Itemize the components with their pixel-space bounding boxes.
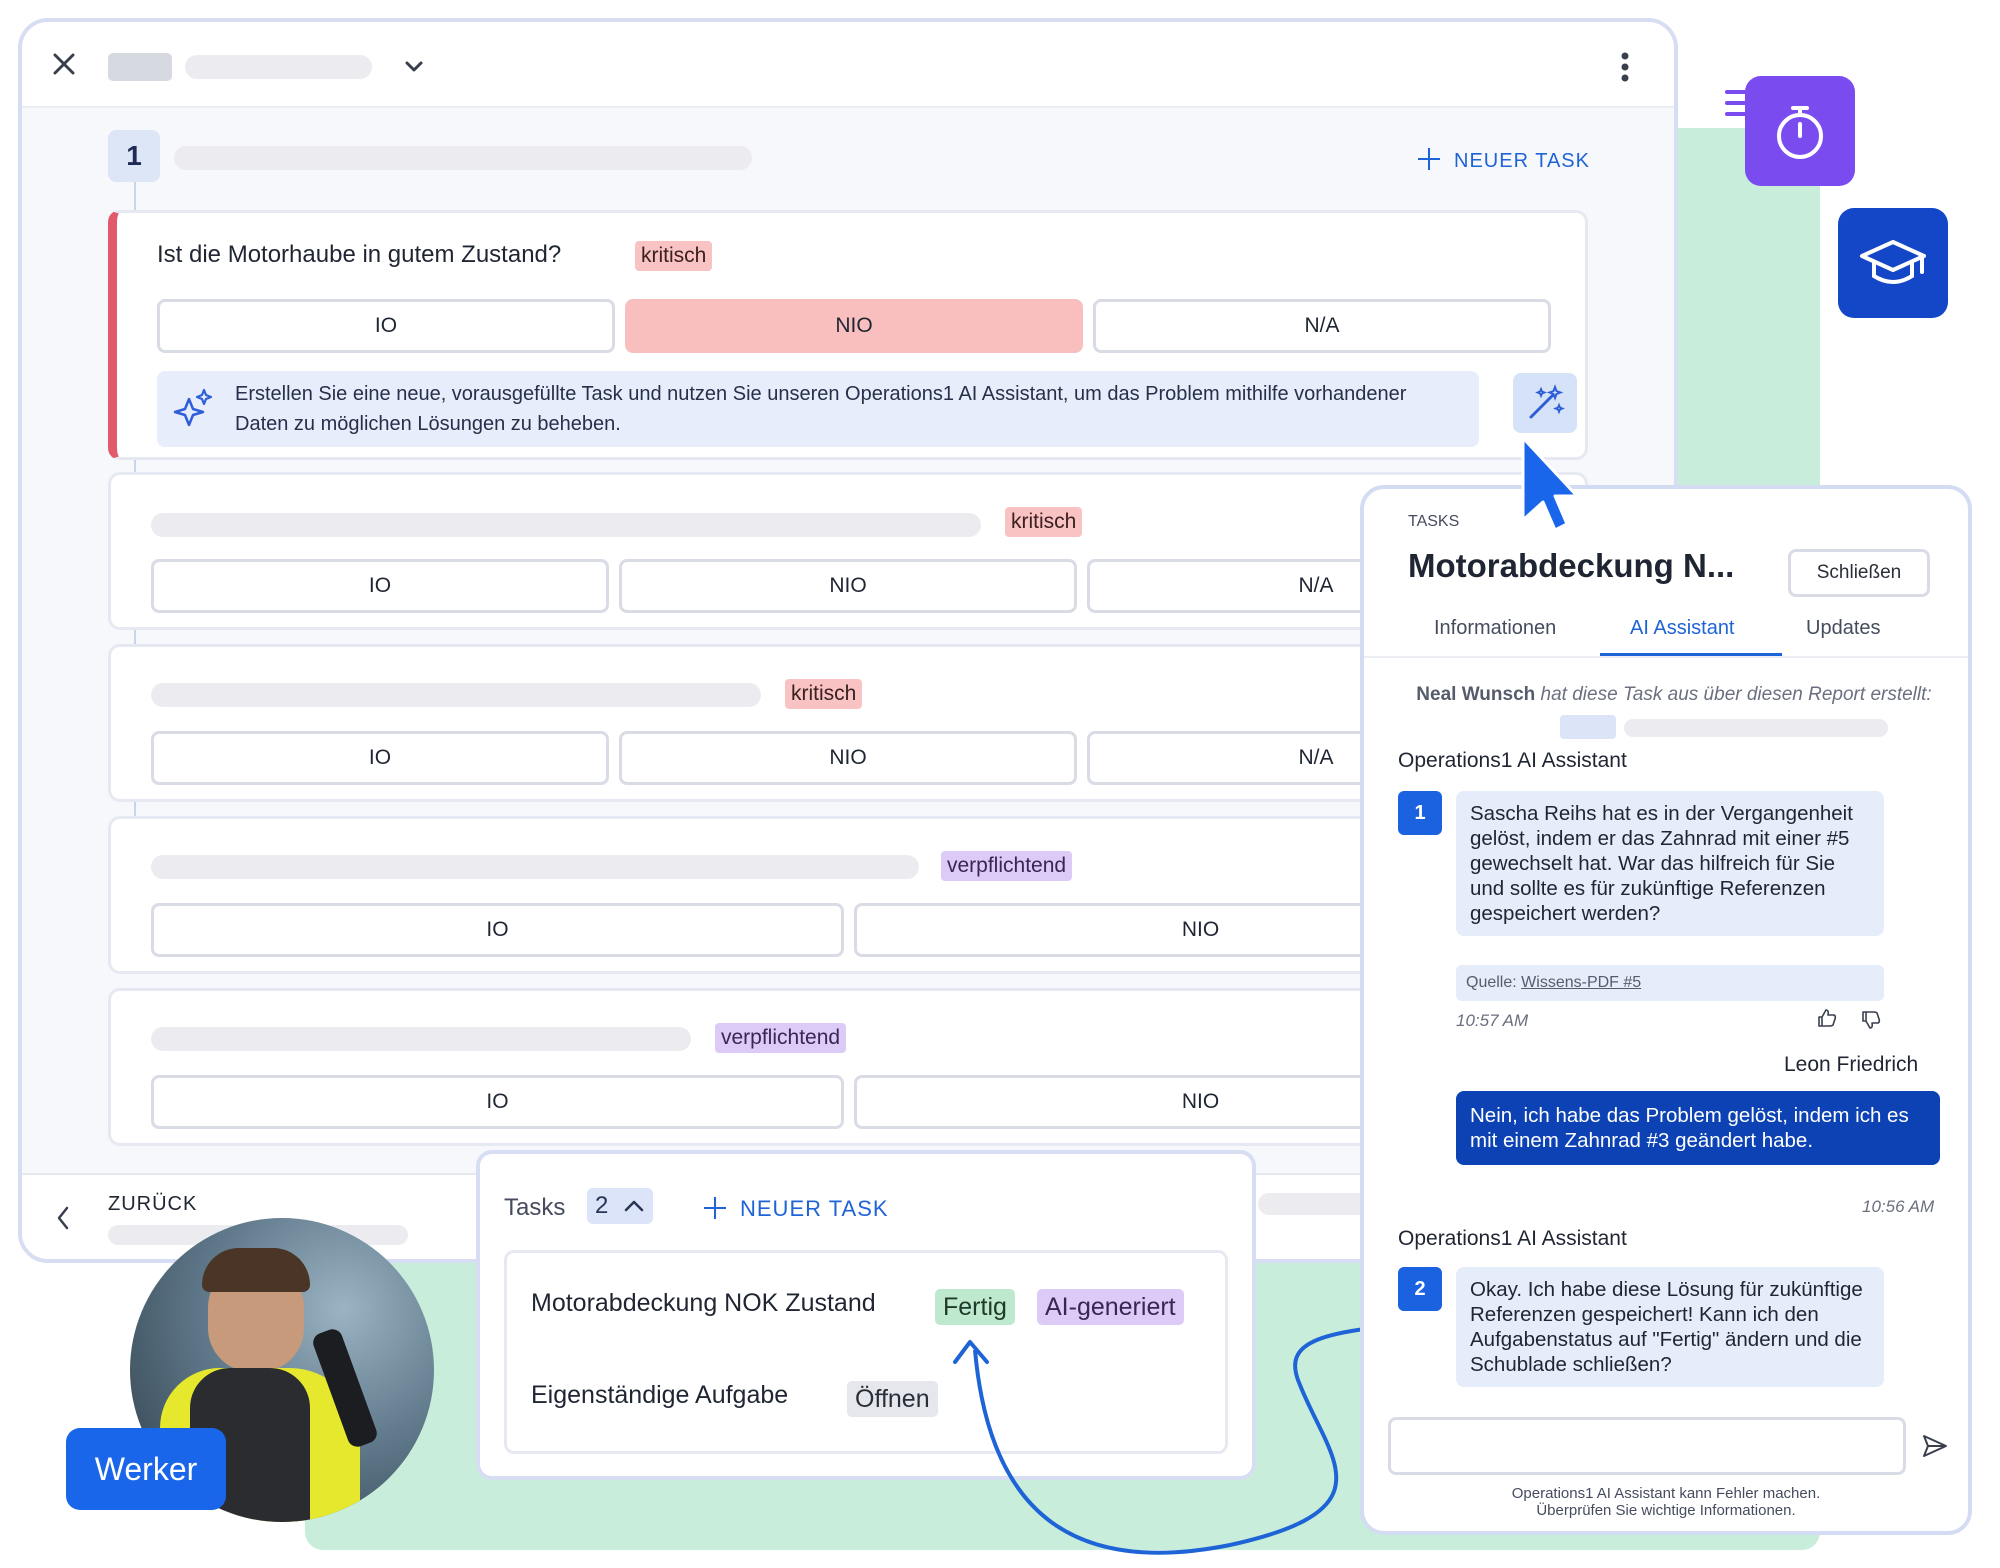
sender-user: Leon Friedrich [1784,1053,1919,1076]
panel-eyebrow: TASKS [1408,513,1460,530]
source-label: Quelle: [1466,974,1517,991]
tabs-divider [1364,656,1968,658]
message-number-1: 1 [1398,791,1442,835]
message-time-1: 10:57 AM [1456,1011,1529,1030]
thumbs-up-icon[interactable] [1816,1007,1838,1029]
thumbs-down-icon[interactable] [1860,1009,1882,1031]
ai-message-1: Sascha Reihs hat es in der Vergangenheit… [1456,791,1884,936]
source-reference[interactable]: Quelle: Wissens-PDF #5 [1456,965,1884,1001]
tab-updates[interactable]: Updates [1806,617,1881,640]
send-icon[interactable] [1920,1431,1950,1461]
report-name-placeholder [1624,719,1888,737]
sender-ai-1: Operations1 AI Assistant [1398,749,1627,772]
tab-informationen[interactable]: Informationen [1434,617,1556,640]
creator-name: Neal Wunsch [1416,684,1536,705]
chat-input[interactable] [1388,1417,1906,1475]
user-message: Nein, ich habe das Problem gelöst, indem… [1456,1091,1940,1165]
panel-close-button[interactable]: Schließen [1788,549,1930,597]
message-time-2: 10:56 AM [1862,1197,1935,1216]
tab-ai-assistant[interactable]: AI Assistant [1630,617,1735,640]
cursor-arrow-icon [1521,436,1579,532]
created-info: Neal Wunsch hat diese Task aus über dies… [1414,681,1934,709]
panel-title: Motorabdeckung N... [1408,547,1735,584]
task-detail-panel: TASKS Motorabdeckung N... Schließen Info… [1360,485,1972,1535]
sender-ai-2: Operations1 AI Assistant [1398,1227,1627,1250]
message-number-2: 2 [1398,1267,1442,1311]
disclaimer-line-1: Operations1 AI Assistant kann Fehler mac… [1511,1485,1821,1502]
report-chip-placeholder [1560,715,1616,739]
disclaimer-line-2: Überprüfen Sie wichtige Informationen. [1536,1502,1796,1519]
ai-message-2: Okay. Ich habe diese Lösung für zukünfti… [1456,1267,1884,1387]
source-link[interactable]: Wissens-PDF #5 [1521,974,1641,991]
disclaimer: Operations1 AI Assistant kann Fehler mac… [1364,1485,1968,1519]
created-text: hat diese Task aus über diesen Report er… [1540,684,1932,705]
